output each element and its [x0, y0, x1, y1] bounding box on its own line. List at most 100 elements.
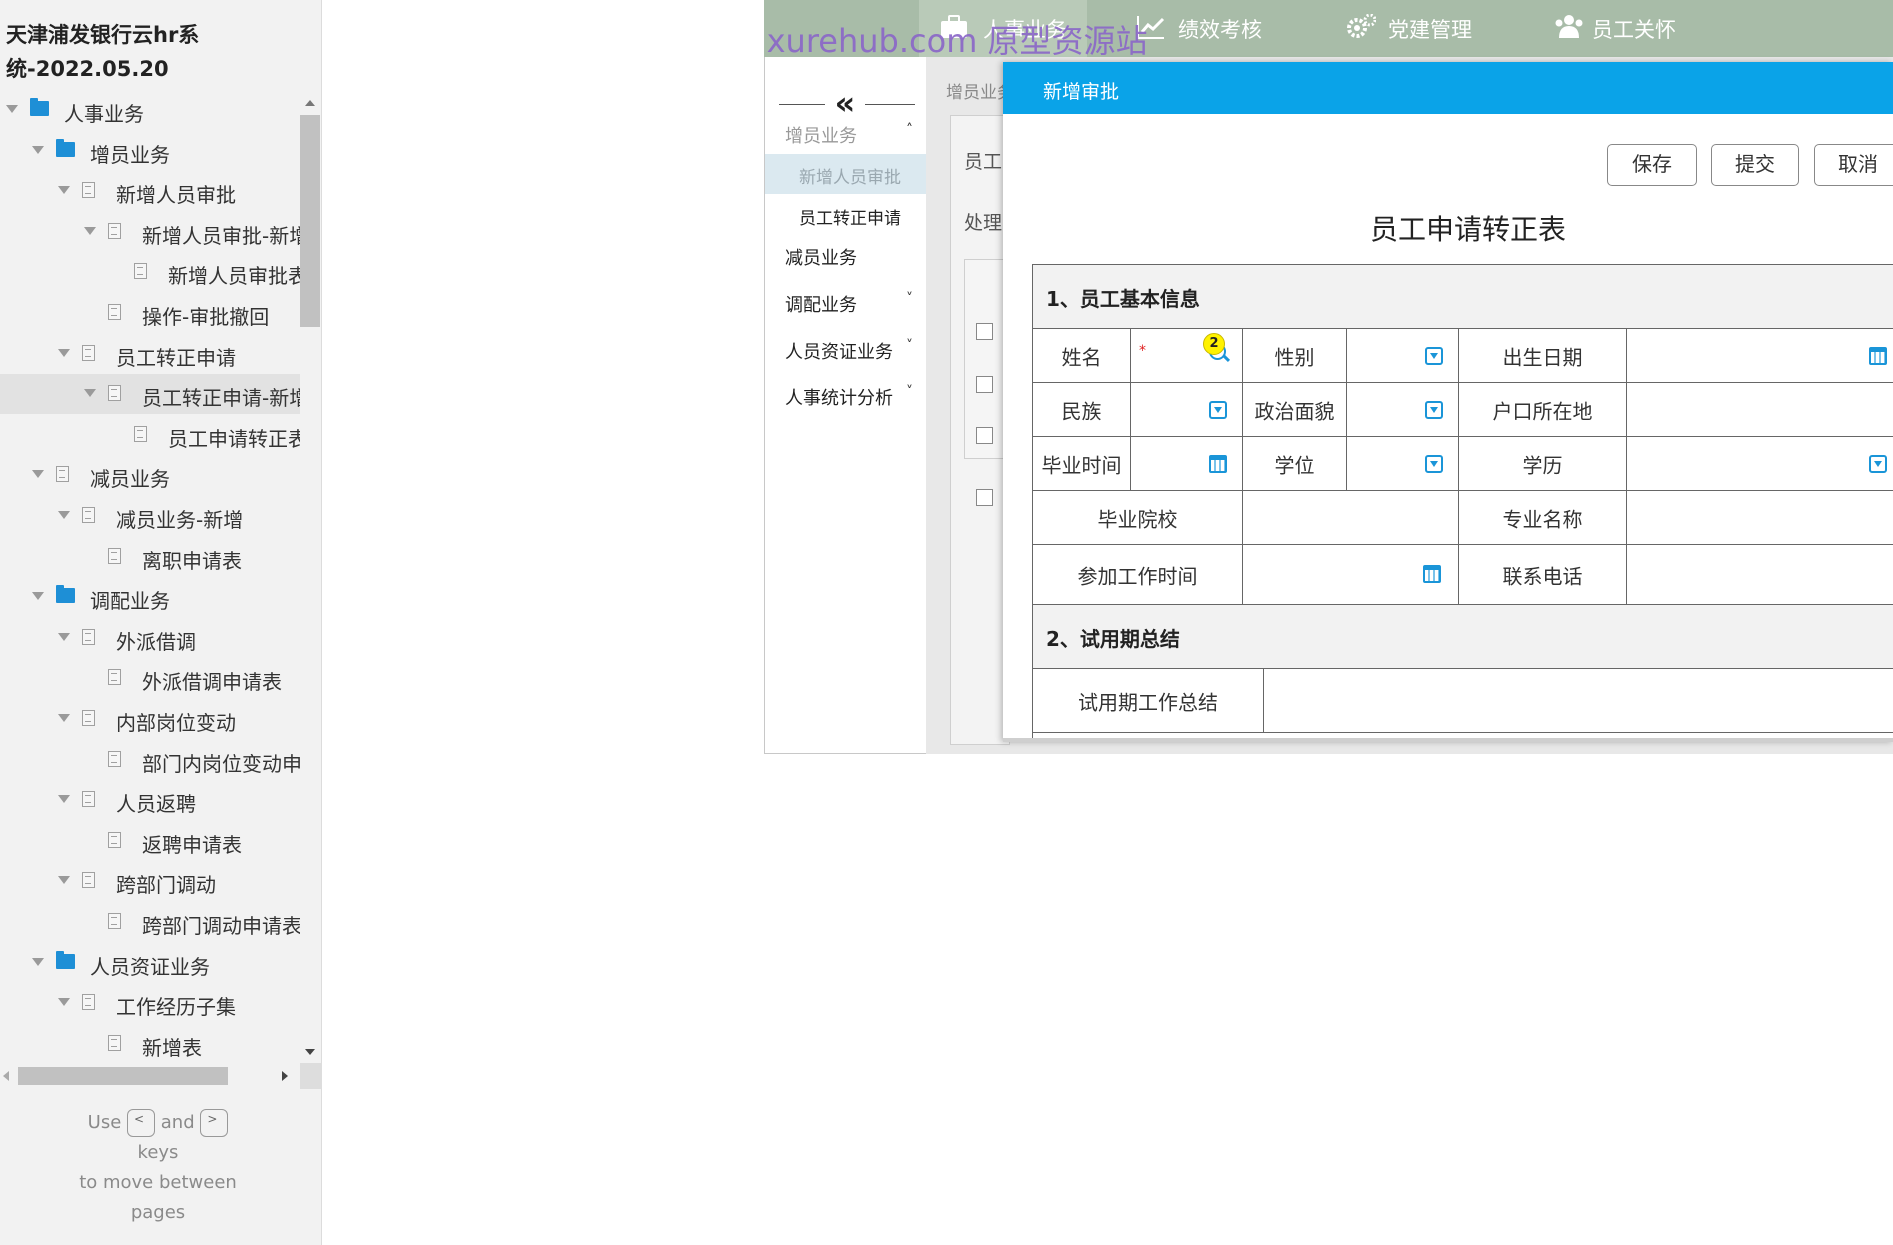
sitemap-tree-item[interactable]: 员工申请转正表	[0, 415, 300, 455]
education-select[interactable]	[1627, 437, 1893, 491]
sitemap-tree-item[interactable]: 外派借调	[0, 618, 300, 658]
sitemap-tree-item[interactable]: 人事业务	[0, 90, 300, 130]
side-menu-item[interactable]: 减员业务	[765, 235, 927, 275]
expand-arrow-icon[interactable]	[32, 146, 44, 154]
work-start-input[interactable]	[1243, 545, 1459, 605]
dropdown-icon[interactable]	[1425, 401, 1443, 419]
sitemap-item-label: 员工转正申请-新增	[142, 386, 300, 410]
school-input[interactable]	[1243, 491, 1459, 545]
row-checkbox[interactable]	[976, 427, 993, 444]
save-button[interactable]: 保存	[1607, 144, 1697, 186]
sitemap-item-label: 人员资证业务	[90, 955, 210, 979]
side-menu-item[interactable]: 调配业务 ˅	[765, 282, 927, 322]
sitemap-tree-item[interactable]: 新增人员审批	[0, 171, 300, 211]
expand-arrow-icon[interactable]	[58, 714, 70, 722]
expand-arrow-icon[interactable]	[58, 186, 70, 194]
row-checkbox[interactable]	[976, 376, 993, 393]
page-icon	[108, 669, 121, 685]
sitemap-tree-item[interactable]: 员工转正申请	[0, 334, 300, 374]
sitemap-tree-item[interactable]: 新增人员审批-新增	[0, 212, 300, 252]
nav-item-party-building[interactable]: 党建管理	[1346, 0, 1506, 57]
birth-date-input[interactable]	[1627, 329, 1893, 383]
sitemap-tree-item[interactable]: 新增人员审批表	[0, 252, 300, 292]
row-checkbox[interactable]	[976, 489, 993, 506]
sitemap-tree-item[interactable]: 内部岗位变动	[0, 699, 300, 739]
scroll-thumb[interactable]	[300, 115, 320, 327]
phone-input[interactable]	[1627, 545, 1893, 605]
dropdown-icon[interactable]	[1869, 455, 1887, 473]
scroll-right-arrow-icon[interactable]	[282, 1071, 288, 1081]
sitemap-horizontal-scrollbar[interactable]	[0, 1063, 322, 1089]
expand-arrow-icon[interactable]	[58, 349, 70, 357]
expand-arrow-icon[interactable]	[32, 592, 44, 600]
dropdown-icon[interactable]	[1209, 401, 1227, 419]
employee-regularization-form: 1、员工基本信息 姓名 * 2 性别 出生日期 民族 政治面貌 户口所在地 毕业…	[1032, 264, 1893, 742]
sitemap-item-label: 跨部门调动	[116, 873, 216, 897]
sitemap-tree-item[interactable]: 操作-审批撤回	[0, 293, 300, 333]
sitemap-tree-item[interactable]: 人员返聘	[0, 780, 300, 820]
calendar-icon[interactable]	[1209, 455, 1227, 473]
expand-arrow-icon[interactable]	[84, 389, 96, 397]
sitemap-tree-item[interactable]: 跨部门调动申请表	[0, 902, 300, 942]
scroll-left-arrow-icon[interactable]	[3, 1071, 9, 1081]
cancel-button[interactable]: 取消	[1814, 144, 1893, 186]
row-checkbox[interactable]	[976, 323, 993, 340]
dropdown-icon[interactable]	[1425, 347, 1443, 365]
scroll-up-arrow-icon[interactable]	[305, 100, 315, 106]
sitemap-tree-item[interactable]: 增员业务	[0, 131, 300, 171]
chevron-icon: ˅	[906, 291, 913, 307]
expand-arrow-icon[interactable]	[32, 470, 44, 478]
dropdown-icon[interactable]	[1425, 455, 1443, 473]
degree-select[interactable]	[1347, 437, 1459, 491]
label-cell: 姓名	[1033, 329, 1131, 383]
expand-arrow-icon[interactable]	[84, 227, 96, 235]
sitemap-tree-item[interactable]: 部门内岗位变动申请表	[0, 740, 300, 780]
gender-select[interactable]	[1347, 329, 1459, 383]
submit-button[interactable]: 提交	[1711, 144, 1799, 186]
sitemap-tree-item[interactable]: 员工转正申请-新增	[0, 374, 300, 414]
side-menu-item[interactable]: 增员业务 ˄	[765, 113, 927, 153]
scroll-down-arrow-icon[interactable]	[305, 1049, 315, 1055]
sitemap-tree-item[interactable]: 外派借调申请表	[0, 658, 300, 698]
side-menu-item[interactable]: 人员资证业务 ˅	[765, 329, 927, 369]
background-label-employee: 员工	[964, 151, 1003, 173]
hukou-input[interactable]	[1627, 383, 1893, 437]
sitemap-item-label: 离职申请表	[142, 549, 242, 573]
major-input[interactable]	[1627, 491, 1893, 545]
nav-item-employee-care[interactable]: 员工关怀	[1554, 0, 1714, 57]
calendar-icon[interactable]	[1423, 565, 1441, 583]
expand-arrow-icon[interactable]	[58, 998, 70, 1006]
dialog-scrollbar[interactable]	[1003, 738, 1893, 742]
expand-arrow-icon[interactable]	[58, 795, 70, 803]
dialog-title: 新增审批	[1043, 81, 1120, 103]
sitemap-tree-item[interactable]: 减员业务-新增	[0, 496, 300, 536]
sitemap-tree-item[interactable]: 减员业务	[0, 455, 300, 495]
nav-item-performance[interactable]: 绩效考核	[1136, 0, 1296, 57]
side-menu-item[interactable]: 员工转正申请	[765, 195, 927, 235]
expand-arrow-icon[interactable]	[32, 958, 44, 966]
expand-arrow-icon[interactable]	[58, 633, 70, 641]
scroll-thumb-horizontal[interactable]	[18, 1067, 228, 1085]
sitemap-tree-item[interactable]: 调配业务	[0, 577, 300, 617]
probation-summary-input[interactable]	[1264, 669, 1893, 733]
sitemap-vertical-scrollbar[interactable]	[300, 95, 320, 1058]
sitemap-tree-item[interactable]: 新增表	[0, 1024, 300, 1064]
label-cell: 民族	[1033, 383, 1131, 437]
ethnicity-select[interactable]	[1131, 383, 1243, 437]
expand-arrow-icon[interactable]	[58, 876, 70, 884]
sitemap-tree-item[interactable]: 工作经历子集	[0, 983, 300, 1023]
sitemap-tree-item[interactable]: 返聘申请表	[0, 821, 300, 861]
new-approval-dialog: 新增审批 保存 提交 取消 员工申请转正表 1、员工基本信息 姓名 * 2 性别…	[1003, 62, 1893, 742]
label-cell: 政治面貌	[1243, 383, 1347, 437]
political-status-select[interactable]	[1347, 383, 1459, 437]
side-menu-item[interactable]: 新增人员审批	[765, 154, 927, 194]
calendar-icon[interactable]	[1869, 347, 1887, 365]
grad-time-input[interactable]	[1131, 437, 1243, 491]
expand-arrow-icon[interactable]	[58, 511, 70, 519]
name-input[interactable]: * 2	[1131, 329, 1243, 383]
sitemap-tree-item[interactable]: 人员资证业务	[0, 943, 300, 983]
expand-arrow-icon[interactable]	[6, 105, 18, 113]
sitemap-tree-item[interactable]: 跨部门调动	[0, 861, 300, 901]
side-menu-item[interactable]: 人事统计分析 ˅	[765, 375, 927, 415]
sitemap-tree-item[interactable]: 离职申请表	[0, 537, 300, 577]
